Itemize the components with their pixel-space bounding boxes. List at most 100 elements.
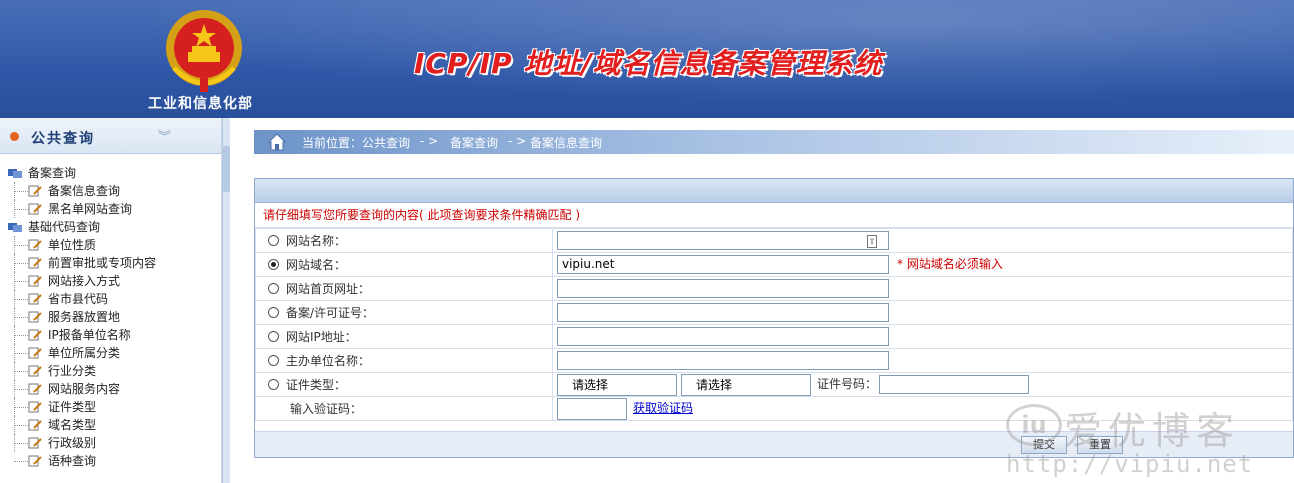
sidebar-item-label: IP报备单位名称: [48, 328, 131, 342]
document-edit-icon: [28, 365, 42, 377]
field-label: 网站首页网址：: [286, 282, 371, 296]
home-icon[interactable]: [268, 133, 286, 151]
bullet-icon: [10, 132, 19, 141]
collapse-chevron-icon[interactable]: ︾: [158, 126, 171, 145]
query-panel: 请仔细填写您所要查询的内容( 此项查询要求条件精确匹配 ) 网站名称： ⇧ 网站…: [254, 178, 1294, 458]
tree-group-filing-query[interactable]: 备案查询: [6, 164, 156, 182]
sidebar-item-blacklist-query[interactable]: 黑名单网站查询: [6, 200, 156, 218]
sidebar-header[interactable]: 公共查询 ︾: [0, 118, 221, 154]
sidebar-item-service-content[interactable]: 网站服务内容: [6, 380, 156, 398]
sidebar-item-server-location[interactable]: 服务器放置地: [6, 308, 156, 326]
document-edit-icon: [28, 455, 42, 467]
form-footer: 提交 重置: [255, 431, 1293, 457]
sidebar: 公共查询 ︾ 备案查询 备案信息查询 黑名单网站查询 基础代码查询 单位性质 前…: [0, 118, 222, 483]
reset-button[interactable]: 重置: [1077, 436, 1123, 454]
sidebar-item-label: 服务器放置地: [48, 310, 121, 324]
radio-homepage[interactable]: [268, 283, 279, 294]
sidebar-item-cert-type[interactable]: 证件类型: [6, 398, 156, 416]
folder-group-icon: [8, 223, 22, 232]
sidebar-item-domain-type[interactable]: 域名类型: [6, 416, 156, 434]
sidebar-splitter[interactable]: [222, 118, 230, 483]
site-name-input[interactable]: [557, 231, 889, 250]
breadcrumb-current: 当前位置：公共查询: [302, 136, 411, 150]
submit-button[interactable]: 提交: [1021, 436, 1067, 454]
sponsor-input[interactable]: [557, 351, 889, 370]
document-edit-icon: [28, 293, 42, 305]
query-notice: 请仔细填写您所要查询的内容( 此项查询要求条件精确匹配 ): [255, 203, 1293, 228]
document-edit-icon: [28, 203, 42, 215]
nav-tree: 备案查询 备案信息查询 黑名单网站查询 基础代码查询 单位性质 前置审批或专项内…: [6, 164, 156, 470]
sidebar-item-region-code[interactable]: 省市县代码: [6, 290, 156, 308]
breadcrumb: 当前位置：公共查询 - > 备案查询 - > 备案信息查询: [254, 130, 1294, 154]
form-row-domain: 网站域名： vipiu.net * 网站域名必须输入: [255, 252, 1293, 277]
document-edit-icon: [28, 383, 42, 395]
sidebar-item-label: 行业分类: [48, 364, 97, 378]
folder-group-icon: [8, 169, 22, 178]
form-row-site-name: 网站名称： ⇧: [255, 228, 1293, 253]
splitter-toggle[interactable]: [223, 146, 230, 192]
homepage-input[interactable]: [557, 279, 889, 298]
cert-category-select[interactable]: 请选择: [557, 373, 677, 396]
sidebar-item-label: 行政级别: [48, 436, 97, 450]
domain-input[interactable]: vipiu.net: [557, 255, 889, 274]
sidebar-item-ip-unit-name[interactable]: IP报备单位名称: [6, 326, 156, 344]
field-label: 证件类型：: [286, 378, 347, 392]
sidebar-item-access-method[interactable]: 网站接入方式: [6, 272, 156, 290]
license-input[interactable]: [557, 303, 889, 322]
document-edit-icon: [28, 311, 42, 323]
radio-cert[interactable]: [268, 379, 279, 390]
ip-input[interactable]: [557, 327, 889, 346]
soft-keyboard-icon[interactable]: ⇧: [867, 235, 877, 248]
panel-titlebar: [255, 179, 1293, 203]
form-row-ip: 网站IP地址：: [255, 324, 1293, 349]
radio-ip[interactable]: [268, 331, 279, 342]
document-edit-icon: [28, 257, 42, 269]
sidebar-item-unit-nature[interactable]: 单位性质: [6, 236, 156, 254]
site-header: 工业和信息化部 ICP/IP 地址/域名信息备案管理系统: [0, 0, 1294, 118]
form-row-sponsor: 主办单位名称：: [255, 348, 1293, 373]
sidebar-item-industry[interactable]: 行业分类: [6, 362, 156, 380]
document-edit-icon: [28, 347, 42, 359]
breadcrumb-level2[interactable]: 备案查询: [450, 134, 498, 151]
tree-group-label: 备案查询: [28, 166, 77, 180]
get-captcha-link[interactable]: 获取验证码: [633, 401, 693, 415]
form-row-captcha: 输入验证码： 获取验证码: [255, 396, 1293, 421]
breadcrumb-level3[interactable]: 备案信息查询: [530, 134, 602, 151]
field-label: 备案/许可证号：: [286, 306, 375, 320]
sidebar-item-label: 域名类型: [48, 418, 97, 432]
cert-number-input[interactable]: [879, 375, 1030, 394]
document-edit-icon: [28, 329, 42, 341]
field-label: 网站域名：: [286, 258, 347, 272]
cert-number-label: 证件号码：: [817, 377, 878, 391]
document-edit-icon: [28, 185, 42, 197]
sidebar-item-admin-level[interactable]: 行政级别: [6, 434, 156, 452]
breadcrumb-separator: - >: [508, 134, 527, 148]
form-row-cert: 证件类型： 请选择 请选择 证件号码：: [255, 372, 1293, 397]
ministry-name: 工业和信息化部: [148, 96, 253, 112]
radio-domain[interactable]: [268, 259, 279, 270]
form-row-homepage: 网站首页网址：: [255, 276, 1293, 301]
sidebar-item-filing-info-query[interactable]: 备案信息查询: [6, 182, 156, 200]
cert-type-select[interactable]: 请选择: [681, 373, 811, 396]
captcha-label: 输入验证码：: [290, 402, 363, 416]
sidebar-item-label: 证件类型: [48, 400, 97, 414]
tree-group-base-code-query[interactable]: 基础代码查询: [6, 218, 156, 236]
radio-sponsor[interactable]: [268, 355, 279, 366]
field-label: 网站名称：: [286, 234, 347, 248]
radio-site-name[interactable]: [268, 235, 279, 246]
sidebar-item-label: 单位所属分类: [48, 346, 121, 360]
query-form: 网站名称： ⇧ 网站域名： vipiu.net * 网站域名必须输入 网站首页网址…: [255, 228, 1293, 421]
field-label: 主办单位名称：: [286, 354, 371, 368]
captcha-input[interactable]: [557, 397, 627, 420]
sidebar-item-pre-approval[interactable]: 前置审批或专项内容: [6, 254, 156, 272]
document-edit-icon: [28, 275, 42, 287]
sidebar-item-unit-category[interactable]: 单位所属分类: [6, 344, 156, 362]
sidebar-item-language[interactable]: 语种查询: [6, 452, 156, 470]
sidebar-item-label: 网站服务内容: [48, 382, 121, 396]
national-emblem-icon: [166, 10, 242, 92]
sidebar-item-label: 网站接入方式: [48, 274, 121, 288]
sidebar-title: 公共查询: [31, 131, 95, 147]
radio-license[interactable]: [268, 307, 279, 318]
required-note: * 网站域名必须输入: [897, 257, 1003, 271]
field-label: 网站IP地址：: [286, 330, 357, 344]
